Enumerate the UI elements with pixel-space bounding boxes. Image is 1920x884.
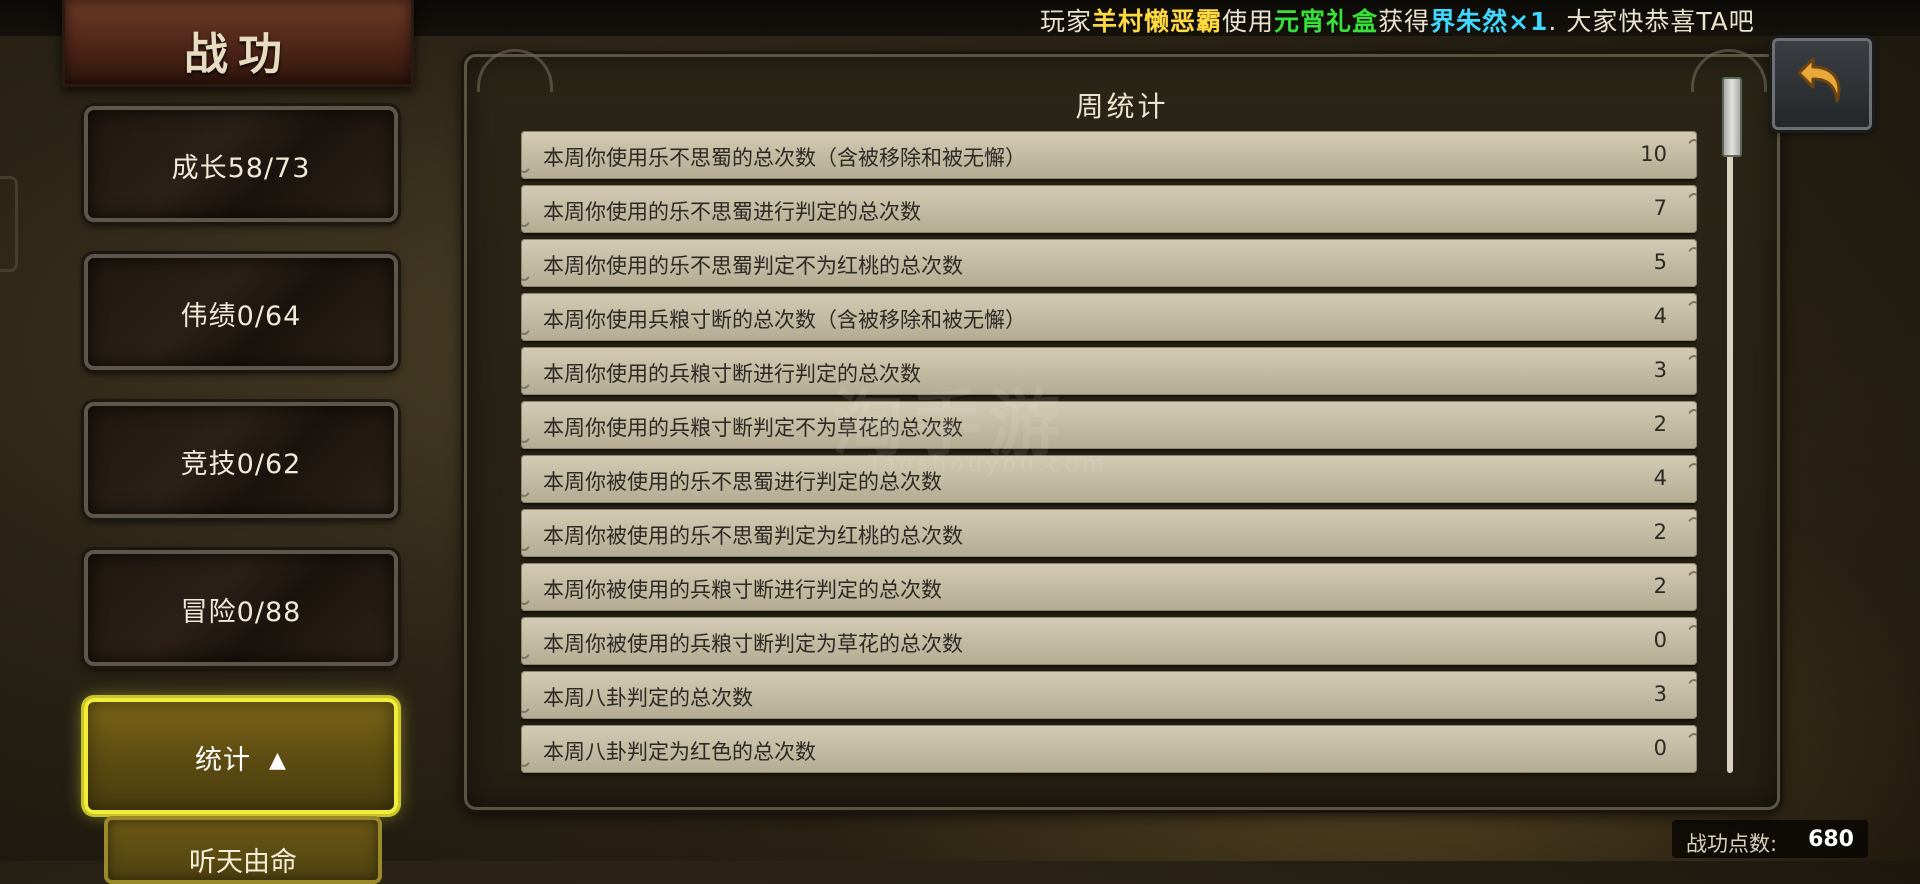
stat-value: 5 bbox=[1653, 250, 1667, 274]
back-button[interactable] bbox=[1772, 38, 1872, 130]
stats-row: 本周八卦判定为红色的总次数 0 bbox=[521, 725, 1697, 773]
tab-label: 冒险0/88 bbox=[180, 597, 302, 628]
back-arrow-icon bbox=[1797, 57, 1841, 103]
stats-row: 本周八卦判定的总次数 3 bbox=[521, 671, 1697, 719]
subtab-fate[interactable]: 听天由命 bbox=[104, 816, 382, 884]
stat-label: 本周你使用兵粮寸断的总次数（含被移除和被无懈） bbox=[543, 308, 1026, 332]
stat-value: 3 bbox=[1653, 358, 1667, 382]
title-banner: 战功 bbox=[62, 0, 414, 87]
stat-value: 2 bbox=[1653, 574, 1667, 598]
tab-label: 统计 ▲ bbox=[88, 738, 394, 777]
stats-row: 本周你被使用的兵粮寸断判定为草花的总次数 0 bbox=[521, 617, 1697, 665]
tab-label: 竞技0/62 bbox=[180, 449, 302, 480]
stat-value: 10 bbox=[1640, 142, 1667, 166]
stat-label: 本周你使用的乐不思蜀进行判定的总次数 bbox=[543, 200, 921, 224]
watermark-subtext: Taoshouyou.com bbox=[868, 452, 1108, 477]
announcement-got: 获得 bbox=[1378, 7, 1431, 36]
stats-row: 本周你使用的乐不思蜀进行判定的总次数 7 bbox=[521, 185, 1697, 233]
tab-statistics-label: 统计 bbox=[195, 745, 252, 776]
announcement-prefix: 玩家 bbox=[1040, 7, 1093, 36]
stat-value: 7 bbox=[1653, 196, 1667, 220]
weekly-stats-panel: 周统计 本周你使用乐不思蜀的总次数（含被移除和被无懈） 10 本周你使用的乐不思蜀… bbox=[464, 49, 1780, 810]
announcement-verb: 使用 bbox=[1222, 7, 1275, 36]
stat-value: 0 bbox=[1653, 628, 1667, 652]
tab-growth[interactable]: 成长58/73 bbox=[84, 106, 398, 222]
stat-label: 本周你被使用的乐不思蜀判定为红桃的总次数 bbox=[543, 524, 963, 548]
tab-arena[interactable]: 竞技0/62 bbox=[84, 402, 398, 518]
stats-row: 本周你使用的乐不思蜀判定不为红桃的总次数 5 bbox=[521, 239, 1697, 287]
announcement-item: 元宵礼盒 bbox=[1274, 7, 1379, 36]
stat-label: 本周八卦判定为红色的总次数 bbox=[543, 740, 816, 764]
stats-row: 本周你被使用的乐不思蜀判定为红桃的总次数 2 bbox=[521, 509, 1697, 557]
stat-value: 2 bbox=[1653, 412, 1667, 436]
tab-label: 成长58/73 bbox=[171, 153, 311, 184]
stats-row: 本周你被使用的乐不思蜀进行判定的总次数 4 bbox=[521, 455, 1697, 503]
stat-label: 本周你被使用的兵粮寸断判定为草花的总次数 bbox=[543, 632, 963, 656]
stat-value: 4 bbox=[1653, 466, 1667, 490]
stats-row: 本周你使用的兵粮寸断判定不为草花的总次数 2 bbox=[521, 401, 1697, 449]
panel-title: 周统计 bbox=[1075, 90, 1169, 123]
stat-label: 本周八卦判定的总次数 bbox=[543, 686, 753, 710]
page-title: 战功 bbox=[184, 29, 292, 80]
merit-points-value: 680 bbox=[1808, 827, 1854, 852]
stat-label: 本周你使用的乐不思蜀判定不为红桃的总次数 bbox=[543, 254, 963, 278]
stats-row: 本周你使用的兵粮寸断进行判定的总次数 3 bbox=[521, 347, 1697, 395]
announcement-player: 羊村懒恶霸 bbox=[1092, 7, 1223, 36]
scrollbar-track[interactable] bbox=[1727, 77, 1733, 773]
tab-achievements[interactable]: 伟绩0/64 bbox=[84, 254, 398, 370]
merit-points-display: 战功点数: 680 bbox=[1672, 820, 1868, 858]
stats-row: 本周你被使用的兵粮寸断进行判定的总次数 2 bbox=[521, 563, 1697, 611]
announcement-text: 玩家羊村懒恶霸使用元宵礼盒获得界朱然×1. 大家快恭喜TA吧 bbox=[1040, 2, 1755, 38]
announcement-reward: 界朱然×1 bbox=[1430, 7, 1549, 36]
tab-label: 伟绩0/64 bbox=[180, 301, 302, 332]
left-edge-ornament bbox=[0, 176, 18, 272]
stat-value: 4 bbox=[1653, 304, 1667, 328]
announcement-suffix: . 大家快恭喜TA吧 bbox=[1548, 7, 1755, 36]
stat-label: 本周你被使用的兵粮寸断进行判定的总次数 bbox=[543, 578, 942, 602]
stat-value: 0 bbox=[1653, 736, 1667, 760]
stat-value: 2 bbox=[1653, 520, 1667, 544]
stats-list[interactable]: 本周你使用乐不思蜀的总次数（含被移除和被无懈） 10 本周你使用的乐不思蜀进行判定… bbox=[521, 131, 1697, 791]
triangle-up-icon: ▲ bbox=[269, 748, 287, 773]
stat-value: 3 bbox=[1653, 682, 1667, 706]
tab-statistics[interactable]: 统计 ▲ bbox=[84, 698, 398, 814]
subtab-label: 听天由命 bbox=[189, 847, 297, 878]
stat-label: 本周你使用乐不思蜀的总次数（含被移除和被无懈） bbox=[543, 146, 1026, 170]
merit-points-label: 战功点数: bbox=[1686, 832, 1778, 856]
stats-row: 本周你使用乐不思蜀的总次数（含被移除和被无懈） 10 bbox=[521, 131, 1697, 179]
scrollbar-thumb[interactable] bbox=[1722, 77, 1742, 157]
tab-adventure[interactable]: 冒险0/88 bbox=[84, 550, 398, 666]
stats-row: 本周你使用兵粮寸断的总次数（含被移除和被无懈） 4 bbox=[521, 293, 1697, 341]
